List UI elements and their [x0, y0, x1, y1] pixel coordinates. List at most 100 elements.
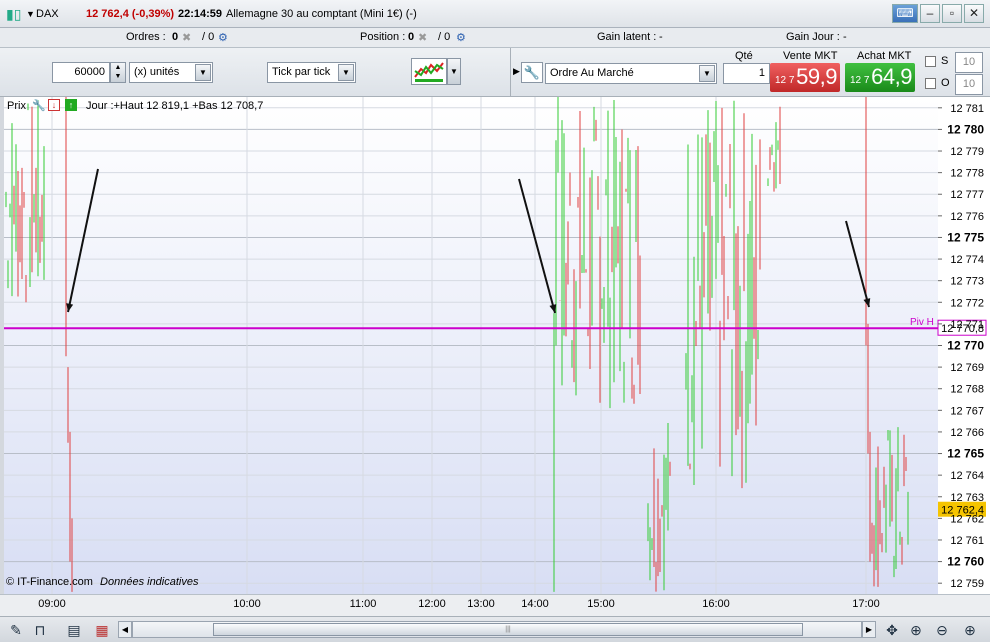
- buy-price-prefix: 12 7: [850, 75, 870, 86]
- orders-label: Ordres :: [126, 31, 166, 43]
- o-checkbox[interactable]: [925, 78, 936, 89]
- x-axis: 09:00 10:00 11:00 12:00 13:00 14:00 15:00 16:00…: [0, 594, 990, 616]
- keyboard-icon[interactable]: ⌨: [892, 4, 918, 23]
- gain-jour-value: -: [843, 31, 847, 43]
- cancel-icon[interactable]: ✖: [418, 31, 427, 44]
- cancel-icon[interactable]: ✖: [182, 31, 191, 44]
- y-tick-label: 12 761: [950, 535, 984, 547]
- close-button[interactable]: ✕: [964, 4, 984, 23]
- y-tick-label: 12 768: [950, 384, 984, 396]
- chart-canvas[interactable]: Piv H12 770,812 762,4 12 78112 78012 779…: [0, 97, 990, 616]
- down-arrow-icon[interactable]: ↓: [48, 99, 60, 111]
- scroll-right-button[interactable]: ▶: [862, 621, 876, 638]
- y-tick-label: 12 772: [950, 297, 984, 309]
- y-tick-label: 12 779: [950, 146, 984, 158]
- y-tick-label: 12 776: [950, 211, 984, 223]
- y-tick-label: 12 766: [950, 427, 984, 439]
- horizontal-scrollbar[interactable]: |||: [132, 621, 862, 638]
- chevron-down-icon: ▼: [195, 64, 211, 81]
- x-tick-label: 09:00: [38, 598, 66, 610]
- y-tick-label: 12 762: [950, 513, 984, 525]
- chart-type-icon[interactable]: ▮▯: [6, 6, 21, 23]
- symbol-label[interactable]: DAX: [36, 8, 59, 20]
- sell-market-button[interactable]: 12 7 59,9: [770, 63, 840, 92]
- qty-label: Qté: [735, 50, 753, 62]
- legend-day-range: Jour :+Haut 12 819,1 +Bas 12 708,7: [86, 100, 264, 112]
- info-bar: Ordres : 0 ✖ / 0 ⚙ Position : 0 ✖ / 0 ⚙ …: [0, 28, 990, 48]
- x-tick-label: 17:00: [852, 598, 880, 610]
- gain-latent-value: -: [659, 31, 663, 43]
- magnet-icon[interactable]: ⊓: [30, 620, 50, 640]
- y-tick-label: 12 767: [950, 405, 984, 417]
- order-book-icon[interactable]: ▦: [92, 620, 112, 640]
- drawing-tools-icon[interactable]: ✎: [6, 620, 26, 640]
- quantity-input[interactable]: 60000: [52, 62, 110, 83]
- y-tick-label: 12 778: [950, 168, 984, 180]
- document-icon[interactable]: ▤: [64, 620, 84, 640]
- y-tick-label: 12 773: [950, 276, 984, 288]
- position-value-total: / 0: [438, 31, 451, 43]
- pivot-label: Piv H: [910, 317, 934, 328]
- time-label: 22:14:59: [178, 8, 223, 20]
- vente-label: Vente MKT: [783, 50, 838, 62]
- wrench-icon[interactable]: 🔧: [32, 99, 46, 112]
- s-checkbox[interactable]: [925, 56, 936, 67]
- indicators-button[interactable]: [411, 58, 447, 85]
- position-label: Position :: [360, 31, 406, 43]
- x-tick-label: 15:00: [587, 598, 615, 610]
- title-bar: ▮▯ ▼ DAX 12 762,4 (-0,39%) 22:14:59 Alle…: [0, 0, 990, 28]
- qty-input[interactable]: 1: [723, 63, 770, 84]
- unit-select[interactable]: (x) unités ▼: [129, 62, 213, 83]
- tick-mode-value: Tick par tick: [272, 66, 331, 78]
- sell-price-prefix: 12 7: [775, 75, 795, 86]
- s-input[interactable]: 10: [955, 52, 983, 73]
- y-tick-label: 12 770: [947, 339, 984, 353]
- gear-icon[interactable]: ⚙: [218, 31, 228, 44]
- order-panel: ▶ 🔧 Ordre Au Marché ▼ Qté 1 Vente MKT Ac…: [510, 48, 990, 97]
- o-input[interactable]: 10: [955, 74, 983, 95]
- gain-latent-label: Gain latent :: [597, 31, 657, 43]
- o-label: O: [941, 77, 950, 89]
- chevron-down-icon: ▼: [338, 64, 354, 81]
- y-tick-label: 12 769: [950, 362, 984, 374]
- maximize-button[interactable]: ▫: [942, 4, 962, 23]
- x-tick-label: 13:00: [467, 598, 495, 610]
- zoom-fit-icon[interactable]: ⊕: [906, 620, 926, 640]
- instrument-description: Allemagne 30 au comptant (Mini 1€) (-): [226, 8, 417, 20]
- up-arrow-icon[interactable]: ↑: [65, 99, 77, 111]
- panel-expand-icon[interactable]: ▶: [513, 66, 520, 77]
- orders-value-total: / 0: [202, 31, 215, 43]
- price-change: 12 762,4 (-0,39%): [86, 8, 175, 20]
- copyright-note: Données indicatives: [100, 576, 199, 588]
- indicators-dropdown[interactable]: ▼: [447, 58, 461, 85]
- y-tick-label: 12 765: [947, 447, 984, 461]
- position-value: 0: [408, 31, 415, 43]
- minimize-button[interactable]: –: [920, 4, 940, 23]
- pan-icon[interactable]: ✥: [882, 620, 902, 640]
- price-chart[interactable]: Piv H 12 770,8 12 762,4 12 781 12 780 12 779…: [0, 97, 990, 616]
- x-tick-label: 16:00: [702, 598, 730, 610]
- unit-select-value: (x) unités: [134, 66, 180, 78]
- y-tick-label: 12 777: [950, 189, 984, 201]
- y-tick-label: 12 771: [950, 319, 984, 331]
- wrench-icon[interactable]: 🔧: [521, 62, 543, 83]
- scrollbar-thumb[interactable]: |||: [213, 623, 803, 636]
- y-tick-label: 12 759: [950, 578, 984, 590]
- legend-prix[interactable]: Prix: [7, 100, 26, 112]
- x-tick-label: 14:00: [521, 598, 549, 610]
- tick-mode-select[interactable]: Tick par tick ▼: [267, 62, 356, 83]
- quantity-stepper[interactable]: ▲ ▼: [110, 62, 126, 83]
- zoom-out-icon[interactable]: ⊖: [932, 620, 952, 640]
- bottom-toolbar: ✎ ⊓ ▤ ▦ ◀ ||| ▶ ✥ ⊕ ⊖ ⊕: [0, 616, 990, 642]
- gear-icon[interactable]: ⚙: [456, 31, 466, 44]
- y-tick-label: 12 781: [950, 103, 984, 115]
- scroll-left-button[interactable]: ◀: [118, 621, 132, 638]
- y-tick-label: 12 775: [947, 230, 984, 244]
- zoom-in-icon[interactable]: ⊕: [960, 620, 980, 640]
- order-type-select[interactable]: Ordre Au Marché ▼: [545, 63, 717, 84]
- y-tick-label: 12 760: [947, 555, 984, 569]
- buy-market-button[interactable]: 12 7 64,9: [845, 63, 915, 92]
- chevron-down-icon[interactable]: ▼: [26, 9, 35, 19]
- gain-jour-label: Gain Jour :: [786, 31, 840, 43]
- indicators-icon: [414, 62, 444, 82]
